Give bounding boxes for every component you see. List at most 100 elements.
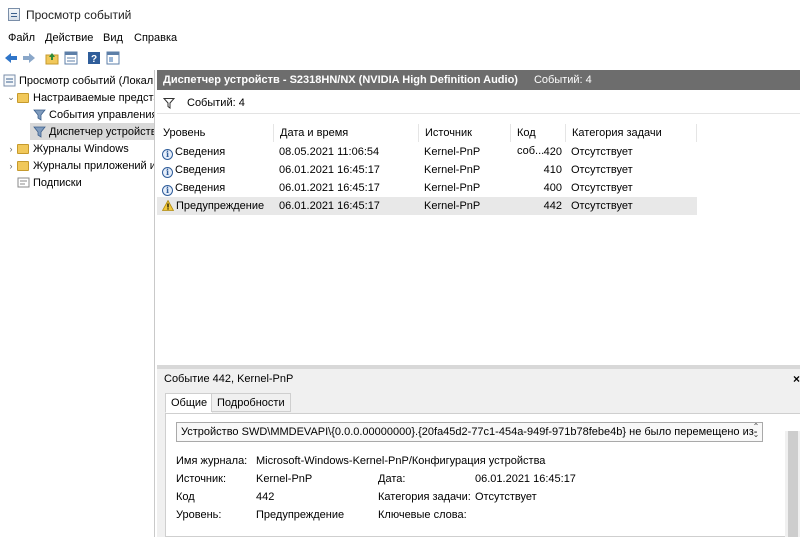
tree-item-windows-logs[interactable]: › Журналы Windows <box>6 140 129 157</box>
column-header-source[interactable]: Источник <box>419 124 511 142</box>
event-detail-title: Событие 442, Kernel-PnP <box>164 373 294 385</box>
filter-icon <box>33 125 46 138</box>
filter-icon <box>33 108 46 121</box>
event-code-value: 442 <box>256 491 275 503</box>
close-icon[interactable]: × <box>793 372 800 386</box>
level-text: Сведения <box>175 146 226 158</box>
console-tree: Просмотр событий (Локал ⌄ Настраиваемые … <box>0 70 155 537</box>
subscriptions-icon <box>17 176 30 189</box>
tree-item-app-logs[interactable]: › Журналы приложений и <box>6 157 155 174</box>
menu-action[interactable]: Действие <box>45 32 93 44</box>
menu-file[interactable]: Файл <box>8 32 35 44</box>
back-arrow-icon[interactable] <box>3 50 19 66</box>
level-text: Сведения <box>175 182 226 194</box>
column-header-level[interactable]: Уровень <box>157 124 274 142</box>
chevron-right-icon[interactable]: › <box>6 144 16 154</box>
task-category-cell: Отсутствует <box>571 164 633 176</box>
source-value: Kernel-PnP <box>256 473 313 485</box>
source-cell: Kernel-PnP <box>424 146 481 158</box>
event-detail-pane: Событие 442, Kernel-PnP × Общие Подробно… <box>157 369 800 537</box>
datetime-cell: 06.01.2021 16:45:17 <box>279 200 380 212</box>
level-cell: Предупреждение <box>162 197 264 215</box>
source-cell: Kernel-PnP <box>424 200 481 212</box>
general-tab-content: Устройство SWD\MMDEVAPI\{0.0.0.00000000}… <box>165 413 800 537</box>
folder-icon <box>17 159 30 172</box>
scrollbar-thumb[interactable] <box>788 431 798 537</box>
table-row[interactable]: i Сведения 06.01.2021 16:45:17 Kernel-PnP… <box>157 161 697 179</box>
source-label: Источник: <box>176 473 227 485</box>
event-description-field[interactable]: Устройство SWD\MMDEVAPI\{0.0.0.00000000}… <box>176 422 763 442</box>
task-category-cell: Отсутствует <box>571 182 633 194</box>
folder-icon <box>17 142 30 155</box>
info-icon: i <box>162 185 173 196</box>
folder-up-icon[interactable] <box>44 50 60 66</box>
column-header-datetime[interactable]: Дата и время <box>274 124 419 142</box>
tree-item-admin-events[interactable]: События управления <box>32 106 154 123</box>
event-viewer-app-icon <box>8 8 20 21</box>
event-id-cell: 410 <box>543 164 562 176</box>
chevron-down-icon[interactable]: ⌄ <box>6 92 16 103</box>
task-category-cell: Отсутствует <box>571 200 633 212</box>
column-header-event-id[interactable]: Код соб... <box>511 124 566 157</box>
vertical-scrollbar[interactable] <box>785 431 800 537</box>
info-icon: i <box>162 167 173 178</box>
event-id-cell: 442 <box>543 200 562 212</box>
tree-item-label: Подписки <box>33 176 82 189</box>
tree-item-label: Настраиваемые предста <box>33 91 155 104</box>
warning-icon <box>162 200 174 211</box>
show-hide-pane-icon[interactable] <box>105 50 121 66</box>
table-row[interactable]: i Сведения 08.05.2021 11:06:54 Kernel-PnP… <box>157 143 697 161</box>
toolbar: ? <box>0 49 800 67</box>
tree-item-root[interactable]: Просмотр событий (Локал <box>2 72 153 89</box>
event-id-cell: 420 <box>543 146 562 158</box>
folder-icon <box>17 91 30 104</box>
level-cell: i Сведения <box>162 161 225 179</box>
window-title: Просмотр событий <box>26 8 132 22</box>
info-icon: i <box>162 149 173 160</box>
results-pane: Диспетчер устройств - S2318HN/NX (NVIDIA… <box>157 70 800 537</box>
task-category-label: Категория задачи: <box>378 491 471 503</box>
tree-item-label: Журналы Windows <box>33 142 129 155</box>
level-cell: i Сведения <box>162 143 225 161</box>
filter-icon <box>163 97 175 109</box>
event-id-cell: 400 <box>543 182 562 194</box>
level-text: Предупреждение <box>176 200 265 212</box>
menu-view[interactable]: Вид <box>103 32 123 44</box>
source-cell: Kernel-PnP <box>424 164 481 176</box>
level-text: Сведения <box>175 164 226 176</box>
task-category-cell: Отсутствует <box>571 146 633 158</box>
help-icon[interactable]: ? <box>86 50 102 66</box>
tree-item-subscriptions[interactable]: Подписки <box>16 174 82 191</box>
title-bar: Просмотр событий <box>0 0 800 30</box>
level-label: Уровень: <box>176 509 222 521</box>
datetime-cell: 08.05.2021 11:06:54 <box>279 146 380 158</box>
column-header-task-category[interactable]: Категория задачи <box>566 124 697 142</box>
datetime-cell: 06.01.2021 16:45:17 <box>279 182 380 194</box>
tree-item-device-manager[interactable]: Диспетчер устройств <box>30 123 154 140</box>
forward-arrow-icon[interactable] <box>21 50 37 66</box>
log-name-label: Имя журнала: <box>176 455 248 467</box>
chevron-right-icon[interactable]: › <box>6 161 16 171</box>
log-name-value: Microsoft-Windows-Kernel-PnP/Конфигураци… <box>256 455 546 467</box>
tab-general[interactable]: Общие <box>165 393 214 413</box>
filter-count: Событий: 4 <box>187 96 245 109</box>
menu-help[interactable]: Справка <box>134 32 177 44</box>
event-code-label: Код <box>176 491 195 503</box>
results-header-count: Событий: 4 <box>533 74 592 86</box>
date-value: 06.01.2021 16:45:17 <box>475 473 576 485</box>
tab-details[interactable]: Подробности <box>211 393 291 412</box>
table-row[interactable]: i Сведения 06.01.2021 16:45:17 Kernel-PnP… <box>157 179 697 197</box>
level-cell: i Сведения <box>162 179 225 197</box>
results-header-title: Диспетчер устройств - S2318HN/NX (NVIDIA… <box>163 74 518 86</box>
svg-text:?: ? <box>91 54 97 65</box>
properties-icon[interactable] <box>63 50 79 66</box>
table-row[interactable]: Предупреждение 06.01.2021 16:45:17 Kerne… <box>157 197 697 215</box>
keywords-label: Ключевые слова: <box>378 509 467 521</box>
tree-item-label: Журналы приложений и <box>33 159 155 172</box>
datetime-cell: 06.01.2021 16:45:17 <box>279 164 380 176</box>
tree-item-custom-views[interactable]: ⌄ Настраиваемые предста <box>6 89 155 106</box>
level-value: Предупреждение <box>256 509 345 521</box>
description-scroll-arrows[interactable]: ⌃ ⌄ <box>750 423 762 441</box>
results-header: Диспетчер устройств - S2318HN/NX (NVIDIA… <box>157 70 800 90</box>
source-cell: Kernel-PnP <box>424 182 481 194</box>
